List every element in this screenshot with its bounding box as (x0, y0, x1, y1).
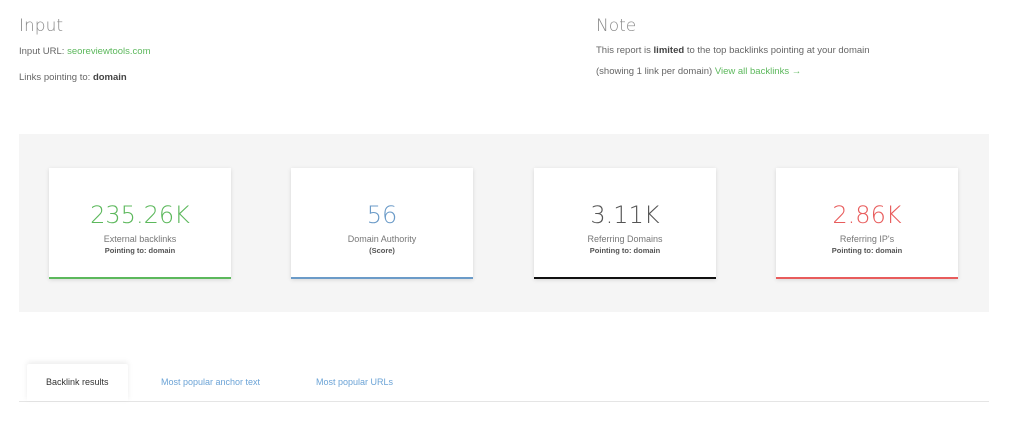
links-pointing-value: domain (92, 72, 127, 83)
stat-label: Domain Authority (347, 234, 417, 244)
results-tabs: Backlink results Most popular anchor tex… (19, 364, 989, 402)
note-line2-prefix: (showing 1 link per domain) (596, 66, 713, 77)
stat-value: 235.26K (90, 201, 190, 229)
note-line1-prefix: This report is (596, 45, 651, 56)
note-line-2: (showing 1 link per domain) View all bac… (596, 66, 801, 77)
tab-backlink-results[interactable]: Backlink results (27, 364, 128, 401)
stat-label: Referring Domains (587, 234, 663, 244)
tab-popular-urls[interactable]: Most popular URLs (316, 364, 393, 401)
links-pointing-line: Links pointing to: domain (19, 72, 127, 83)
note-line1-suffix: to the top backlinks pointing at your do… (686, 45, 870, 56)
stat-accent-bar (49, 277, 231, 279)
note-title: Note (596, 16, 637, 36)
input-url-link[interactable]: seoreviewtools.com (67, 46, 150, 57)
links-pointing-label: Links pointing to: (19, 72, 91, 83)
view-all-backlinks-link[interactable]: View all backlinks → (715, 66, 801, 77)
stat-sub: (Score) (369, 246, 395, 255)
input-url-line: Input URL: seoreviewtools.com (19, 46, 150, 57)
note-line-1: This report is limited to the top backli… (596, 45, 870, 56)
stat-value: 56 (366, 201, 398, 229)
stat-value: 3.11K (590, 201, 660, 229)
stat-label: Referring IP's (839, 234, 895, 244)
stat-accent-bar (534, 277, 716, 279)
stat-card-domain-authority: 56 Domain Authority (Score) (291, 168, 473, 279)
stat-sub: Pointing to: domain (831, 246, 903, 255)
note-line1-bold: limited (653, 45, 685, 56)
input-url-label: Input URL: (19, 46, 65, 57)
stat-card-referring-ips: 2.86K Referring IP's Pointing to: domain (776, 168, 958, 279)
stat-accent-bar (776, 277, 958, 279)
stat-card-referring-domains: 3.11K Referring Domains Pointing to: dom… (534, 168, 716, 279)
stat-sub: Pointing to: domain (589, 246, 661, 255)
stat-label: External backlinks (103, 234, 177, 244)
stat-accent-bar (291, 277, 473, 279)
stats-panel: 235.26K External backlinks Pointing to: … (19, 134, 989, 312)
tab-popular-anchor-text[interactable]: Most popular anchor text (161, 364, 260, 401)
stat-sub: Pointing to: domain (104, 246, 176, 255)
input-title: Input (19, 16, 64, 36)
stat-value: 2.86K (832, 201, 902, 229)
stat-card-external-backlinks: 235.26K External backlinks Pointing to: … (49, 168, 231, 279)
